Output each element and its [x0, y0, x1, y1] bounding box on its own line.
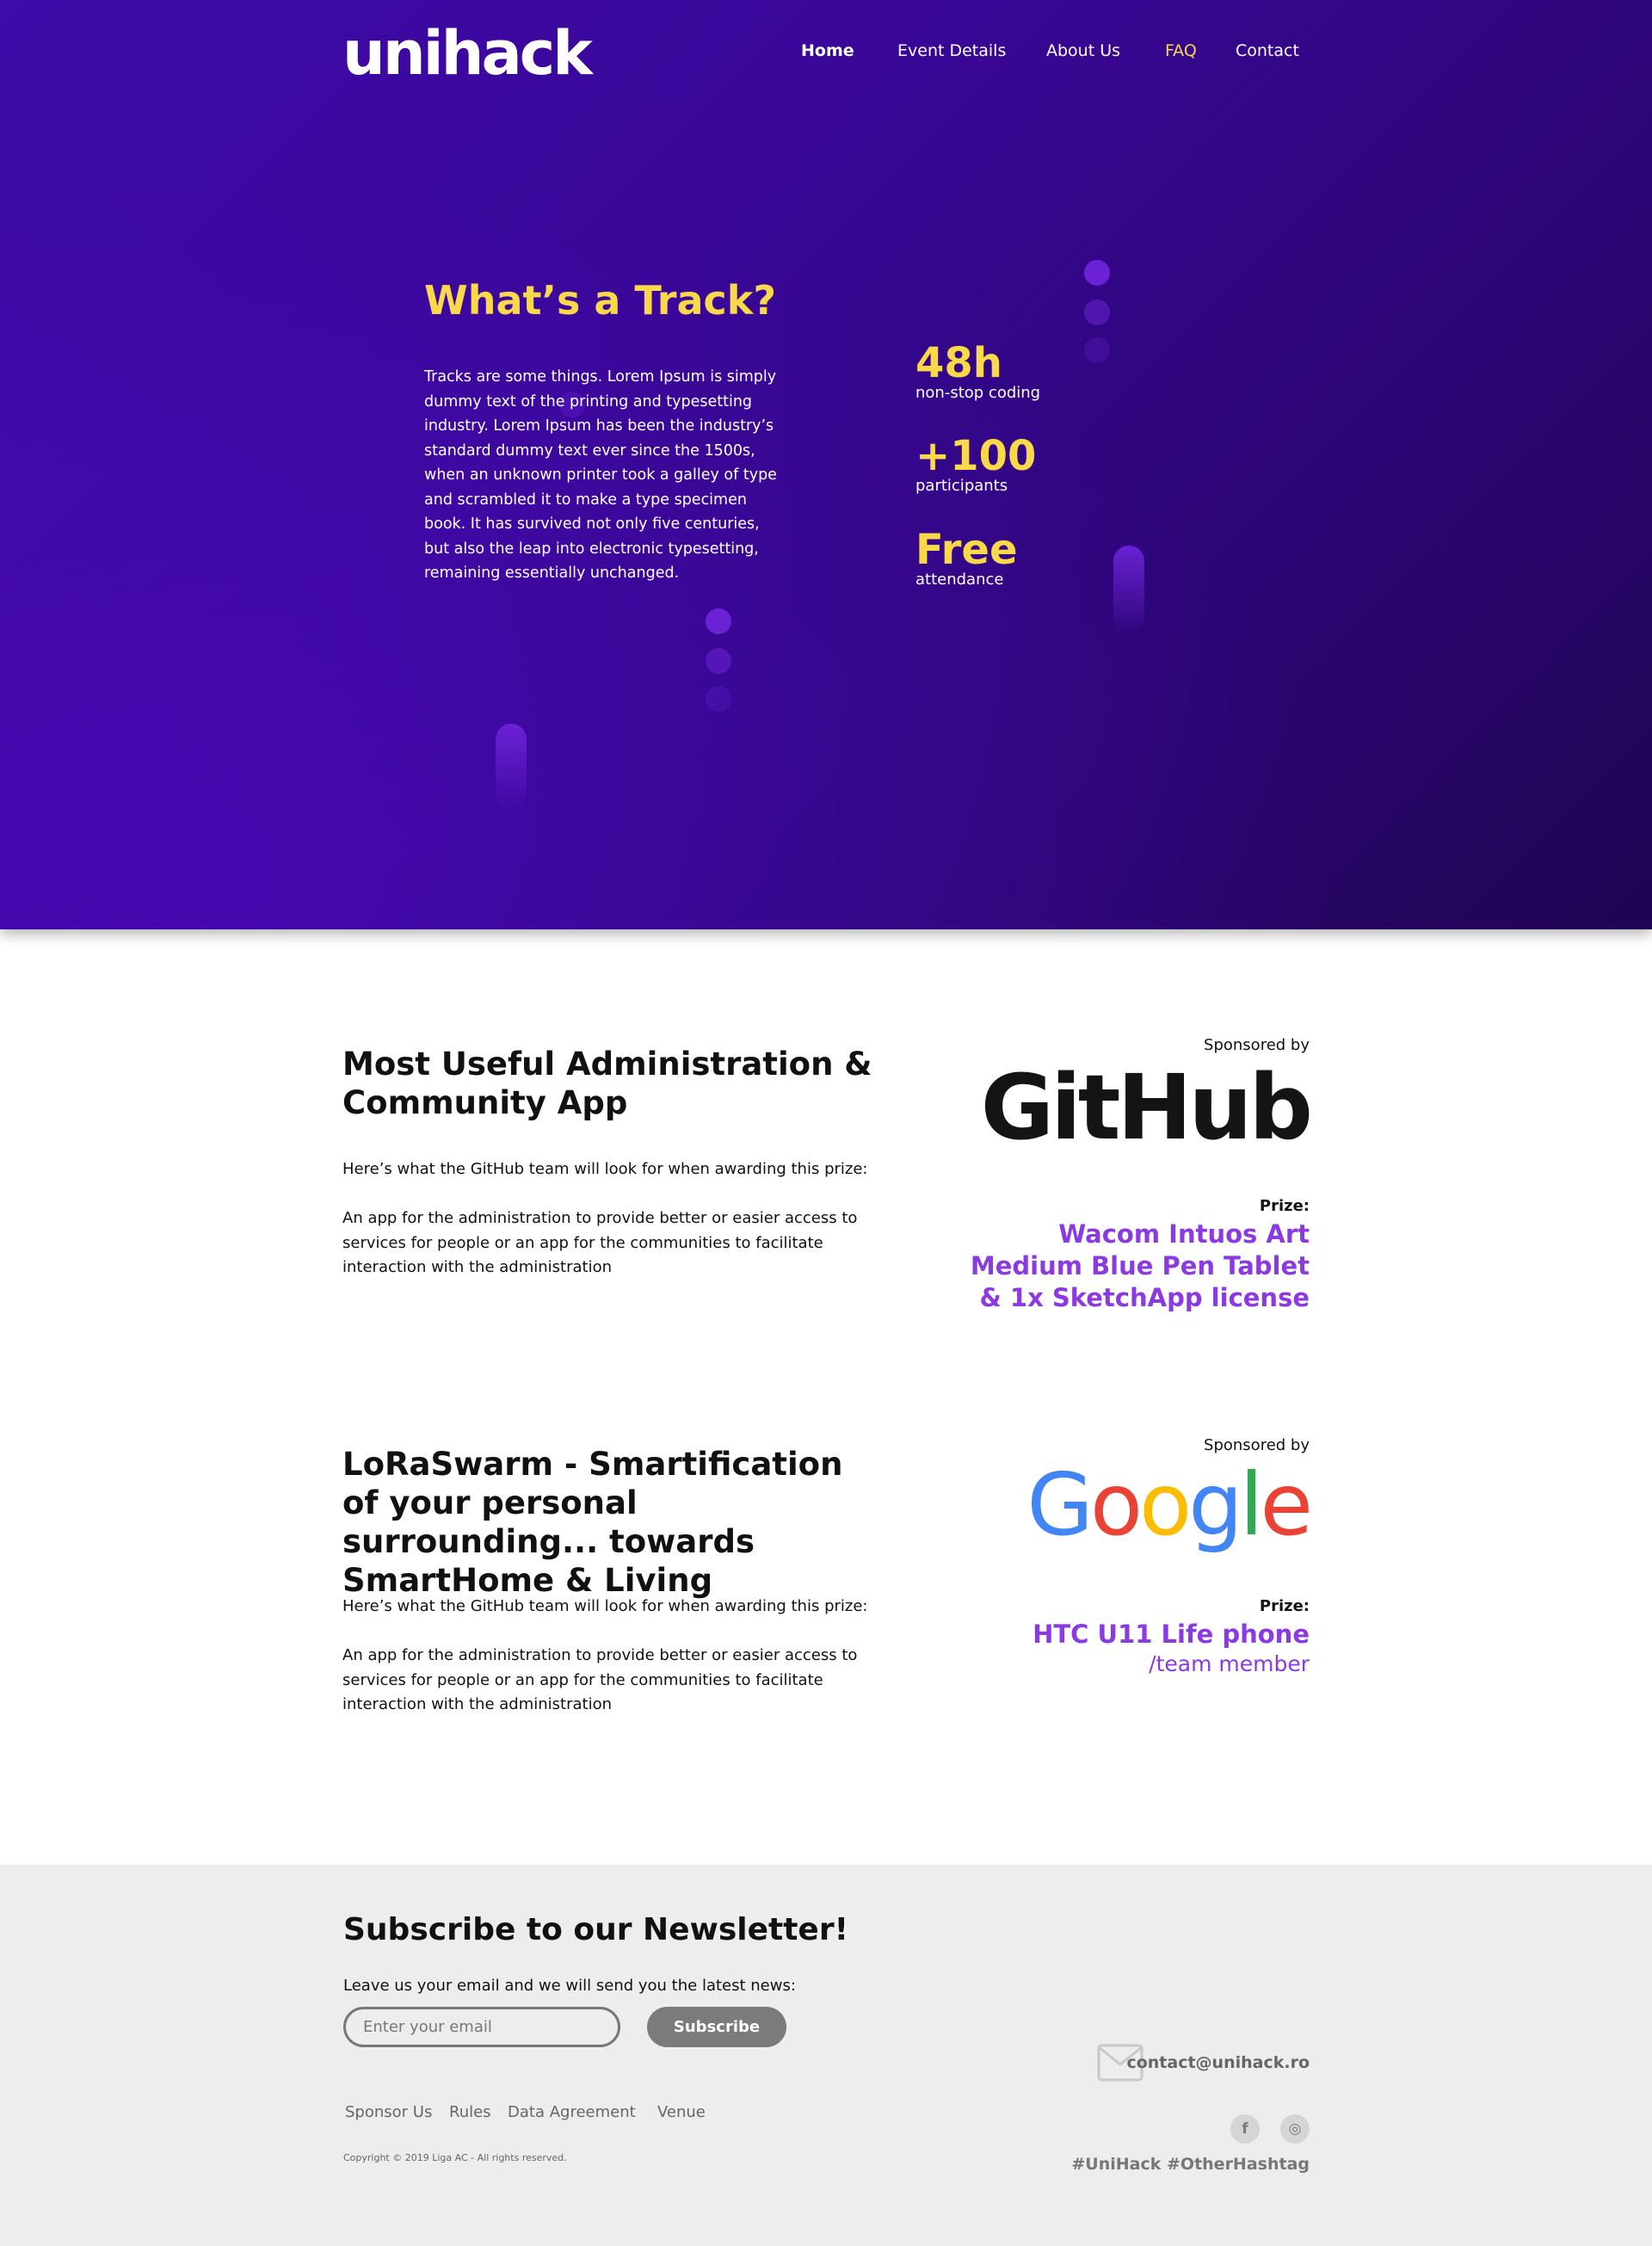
- decor-dot: [1084, 260, 1110, 286]
- track-intro: Here’s what the GitHub team will look fo…: [342, 1597, 868, 1615]
- decor-dot: [706, 608, 731, 634]
- decor-pill: [1113, 546, 1144, 632]
- track-intro: Here’s what the GitHub team will look fo…: [342, 1160, 868, 1178]
- stat-value: Free: [915, 526, 1018, 574]
- subscribe-button[interactable]: Subscribe: [647, 2007, 786, 2047]
- email-input[interactable]: [343, 2007, 620, 2047]
- github-logo: GitHub: [980, 1055, 1313, 1160]
- google-wordmark: Google: [1026, 1454, 1313, 1555]
- decor-pill: [496, 724, 527, 810]
- copyright: Copyright © 2019 Liga AC - All rights re…: [343, 2152, 567, 2163]
- footer: Subscribe to our Newsletter! Leave us yo…: [0, 1865, 1652, 2246]
- nav-event-details[interactable]: Event Details: [897, 41, 1006, 60]
- track-title: LoRaSwarm - Smartification of your perso…: [342, 1446, 843, 1599]
- social-links: f ◎: [1230, 2114, 1310, 2144]
- decor-dot: [1084, 299, 1110, 325]
- footer-link-sponsor-us[interactable]: Sponsor Us: [345, 2103, 432, 2121]
- newsletter-text: Leave us your email and we will send you…: [343, 1977, 796, 1995]
- nav-about-us[interactable]: About Us: [1046, 41, 1120, 60]
- google-letter: e: [1260, 1454, 1312, 1555]
- hero-title: What’s a Track?: [424, 277, 777, 324]
- google-letter: l: [1239, 1454, 1264, 1555]
- facebook-icon[interactable]: f: [1230, 2114, 1260, 2144]
- sponsored-by-label: Sponsored by: [1204, 1436, 1310, 1454]
- contact-block: contact@unihack.ro: [1097, 2044, 1310, 2082]
- sponsored-by-label: Sponsored by: [1204, 1036, 1310, 1054]
- track-title: Most Useful Administration & Community A…: [342, 1046, 872, 1121]
- track-description: An app for the administration to provide…: [342, 1646, 858, 1713]
- stat-coding: 48h non-stop coding: [915, 342, 1040, 403]
- google-letter: o: [1089, 1454, 1143, 1555]
- nav-home[interactable]: Home: [801, 41, 854, 60]
- stat-label: attendance: [915, 571, 1004, 589]
- prize-name: HTC U11 Life phone: [1032, 1620, 1310, 1649]
- stat-attendance: Free attendance: [915, 529, 1018, 589]
- hero-section: unihack Home Event Details About Us FAQ …: [0, 0, 1652, 929]
- hero-description: Tracks are some things. Lorem Ipsum is s…: [424, 368, 777, 582]
- google-letter: g: [1188, 1454, 1243, 1555]
- stat-value: 48h: [915, 339, 1002, 387]
- newsletter-title: Subscribe to our Newsletter!: [343, 1912, 849, 1947]
- google-letter: G: [1026, 1454, 1093, 1555]
- track-description: An app for the administration to provide…: [342, 1209, 858, 1276]
- prize-subtext: /team member: [1149, 1651, 1310, 1676]
- google-letter: o: [1139, 1454, 1192, 1555]
- decor-dot: [706, 686, 731, 712]
- instagram-icon[interactable]: ◎: [1280, 2114, 1310, 2144]
- prize-name: Wacom Intuos Art Medium Blue Pen Tablet …: [970, 1219, 1310, 1312]
- stat-label: non-stop coding: [915, 384, 1041, 402]
- footer-link-rules[interactable]: Rules: [449, 2103, 491, 2121]
- main-nav: Home Event Details About Us FAQ Contact: [0, 41, 1652, 67]
- contact-email-link[interactable]: contact@unihack.ro: [1126, 2053, 1310, 2072]
- prize-text: HTC U11 Life phone /team member: [1032, 1619, 1310, 1678]
- footer-link-data-agreement[interactable]: Data Agreement: [508, 2103, 636, 2121]
- prize-label: Prize:: [1259, 1597, 1310, 1615]
- stat-value: +100: [915, 432, 1037, 480]
- hashtags: #UniHack #OtherHashtag: [1071, 2155, 1310, 2174]
- prize-text: Wacom Intuos Art Medium Blue Pen Tablet …: [948, 1219, 1310, 1314]
- footer-link-venue[interactable]: Venue: [657, 2103, 706, 2121]
- stat-participants: +100 participants: [915, 435, 1036, 496]
- nav-contact[interactable]: Contact: [1236, 41, 1299, 60]
- decor-dot: [706, 648, 731, 674]
- decor-dot: [1084, 337, 1110, 363]
- nav-faq[interactable]: FAQ: [1165, 41, 1197, 60]
- google-logo: Google: [1026, 1454, 1313, 1555]
- prize-label: Prize:: [1259, 1197, 1310, 1215]
